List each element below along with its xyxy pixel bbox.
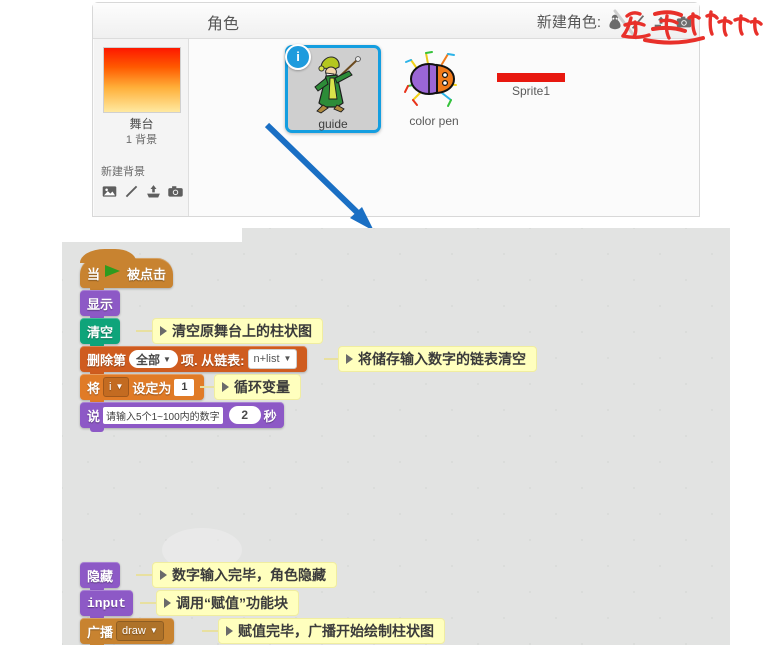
comment-text: 赋值完毕，广播开始绘制柱状图 <box>238 623 434 639</box>
set-variable-value-input[interactable]: 1 <box>174 378 195 396</box>
canvas-artifact <box>62 228 242 242</box>
upload-sprite-icon[interactable] <box>652 13 670 31</box>
comment-connector <box>140 602 156 604</box>
clear-label: 清空 <box>87 324 114 340</box>
camera-sprite-icon[interactable] <box>675 13 693 31</box>
comment-text: 循环变量 <box>234 379 290 395</box>
set-pre-label: 将 <box>87 380 101 396</box>
comment-expand-icon[interactable] <box>346 354 353 364</box>
comment-expand-icon[interactable] <box>160 326 167 336</box>
clicked-label: 被点击 <box>127 266 167 282</box>
block-broadcast[interactable]: 广播 draw ▼ <box>80 618 174 645</box>
comment-loop-variable[interactable]: 循环变量 <box>214 374 301 400</box>
sprite-tile-sprite1[interactable]: Sprite1 <box>483 45 579 133</box>
say-message-value: 请输入5个1~100内的数字 <box>106 411 220 423</box>
comment-connector <box>136 574 152 576</box>
sprite-pane-title: 角色 <box>207 16 240 33</box>
block-when-flag-clicked[interactable]: 当 被点击 <box>80 249 174 292</box>
stage-column[interactable]: 舞台 1 背景 新建背景 <box>94 39 189 216</box>
set-variable-dropdown[interactable]: i ▼ <box>103 377 130 397</box>
camera-backdrop-icon[interactable] <box>167 183 185 201</box>
paint-backdrop-icon[interactable] <box>123 183 141 201</box>
delete-pre-label: 删除第 <box>87 352 127 368</box>
delete-list-dropdown[interactable]: n+list ▼ <box>247 349 298 369</box>
comment-expand-icon[interactable] <box>222 382 229 392</box>
comment-clear-list[interactable]: 将储存输入数字的链表清空 <box>338 346 537 372</box>
chevron-down-icon: ▼ <box>149 626 158 635</box>
sprite-thumbnail-color-pen <box>404 51 457 107</box>
stage-backdrop-count: 1 背景 <box>125 134 158 146</box>
comment-hide-sprite[interactable]: 数字输入完毕，角色隐藏 <box>152 562 337 588</box>
stage-thumbnail[interactable] <box>103 47 181 113</box>
sprite-tile-guide[interactable]: i guide <box>285 44 381 133</box>
broadcast-message-dropdown[interactable]: draw ▼ <box>116 621 164 641</box>
comment-call-assign-block[interactable]: 调用“赋值”功能块 <box>156 590 299 616</box>
chevron-down-icon: ▼ <box>163 354 171 364</box>
sprite-tile-color-pen[interactable]: color pen <box>386 45 482 133</box>
comment-connector <box>202 630 218 632</box>
hide-label: 隐藏 <box>87 568 114 584</box>
green-flag-icon <box>105 265 121 277</box>
block-delete-of-list[interactable]: 删除第 全部 ▼ 项. 从链表: n+list ▼ <box>80 346 308 376</box>
delete-index-value: 全部 <box>136 352 161 367</box>
comment-connector <box>324 358 338 360</box>
set-variable-value: 1 <box>181 381 188 393</box>
chevron-down-icon: ▼ <box>283 354 292 363</box>
comment-clear-chart[interactable]: 清空原舞台上的柱状图 <box>152 318 323 344</box>
broadcast-pre-label: 广播 <box>87 624 114 640</box>
sprite-pane-header: 角色 新建角色: <box>93 3 699 39</box>
new-sprite-toolbar: 新建角色: <box>537 11 693 32</box>
block-hide[interactable]: 隐藏 <box>80 562 121 592</box>
say-seconds-input[interactable]: 2 <box>228 406 261 424</box>
comment-connector <box>136 330 152 332</box>
block-show[interactable]: 显示 <box>80 290 121 320</box>
set-mid-label: 设定为 <box>132 380 172 396</box>
block-set-variable[interactable]: 将 i ▼ 设定为 1 <box>80 374 205 404</box>
new-backdrop-toolbar <box>101 183 185 201</box>
say-message-input[interactable]: 请输入5个1~100内的数字 <box>103 406 223 424</box>
script-canvas[interactable]: 当 被点击 显示 清空 清空原舞台上的柱状图 删除第 全部 ▼ 项. 从链表: … <box>62 228 730 645</box>
comment-connector <box>200 386 214 388</box>
say-unit-label: 秒 <box>263 408 277 424</box>
new-sprite-label: 新建角色: <box>536 14 601 31</box>
comment-expand-icon[interactable] <box>160 570 167 580</box>
comment-expand-icon[interactable] <box>226 626 233 636</box>
comment-broadcast-draw[interactable]: 赋值完毕，广播开始绘制柱状图 <box>218 618 445 644</box>
custom-input-label: input <box>87 595 127 611</box>
chevron-down-icon: ▼ <box>115 382 124 391</box>
comment-text: 数字输入完毕，角色隐藏 <box>172 567 326 583</box>
delete-mid-label: 项. 从链表: <box>180 352 245 368</box>
block-say-for-secs[interactable]: 说 请输入5个1~100内的数字 2 秒 <box>80 402 284 432</box>
set-variable-name: i <box>109 381 112 393</box>
new-backdrop-label: 新建背景 <box>101 166 145 178</box>
backdrop-library-icon[interactable] <box>101 183 119 201</box>
comment-text: 调用“赋值”功能块 <box>176 595 288 611</box>
broadcast-message-value: draw <box>122 625 146 637</box>
delete-index-dropdown[interactable]: 全部 ▼ <box>129 350 178 368</box>
comment-text: 清空原舞台上的柱状图 <box>172 323 312 339</box>
comment-text: 将储存输入数字的链表清空 <box>358 351 526 367</box>
sprite-name-sprite1: Sprite1 <box>511 84 551 98</box>
sprite-thumbnail-sprite1 <box>497 73 565 82</box>
block-clear-pen[interactable]: 清空 <box>80 318 121 348</box>
paint-new-sprite-icon[interactable] <box>629 13 647 31</box>
sprite-info-badge[interactable]: i <box>285 44 311 70</box>
say-seconds-value: 2 <box>241 408 249 422</box>
sprite-pane: 角色 新建角色: 舞台 1 背景 新建背景 i guide color pen … <box>92 2 700 217</box>
show-label: 显示 <box>87 296 114 312</box>
block-custom-input[interactable]: input <box>80 590 134 620</box>
when-label: 当 <box>87 266 101 282</box>
sprite-name-color-pen: color pen <box>409 114 459 128</box>
sprite-library-icon[interactable] <box>606 13 624 31</box>
stage-label: 舞台 <box>129 117 154 131</box>
say-pre-label: 说 <box>87 408 101 424</box>
delete-list-value: n+list <box>253 353 280 365</box>
upload-backdrop-icon[interactable] <box>145 183 163 201</box>
comment-expand-icon[interactable] <box>164 598 171 608</box>
sprite-name-guide: guide <box>318 117 348 131</box>
